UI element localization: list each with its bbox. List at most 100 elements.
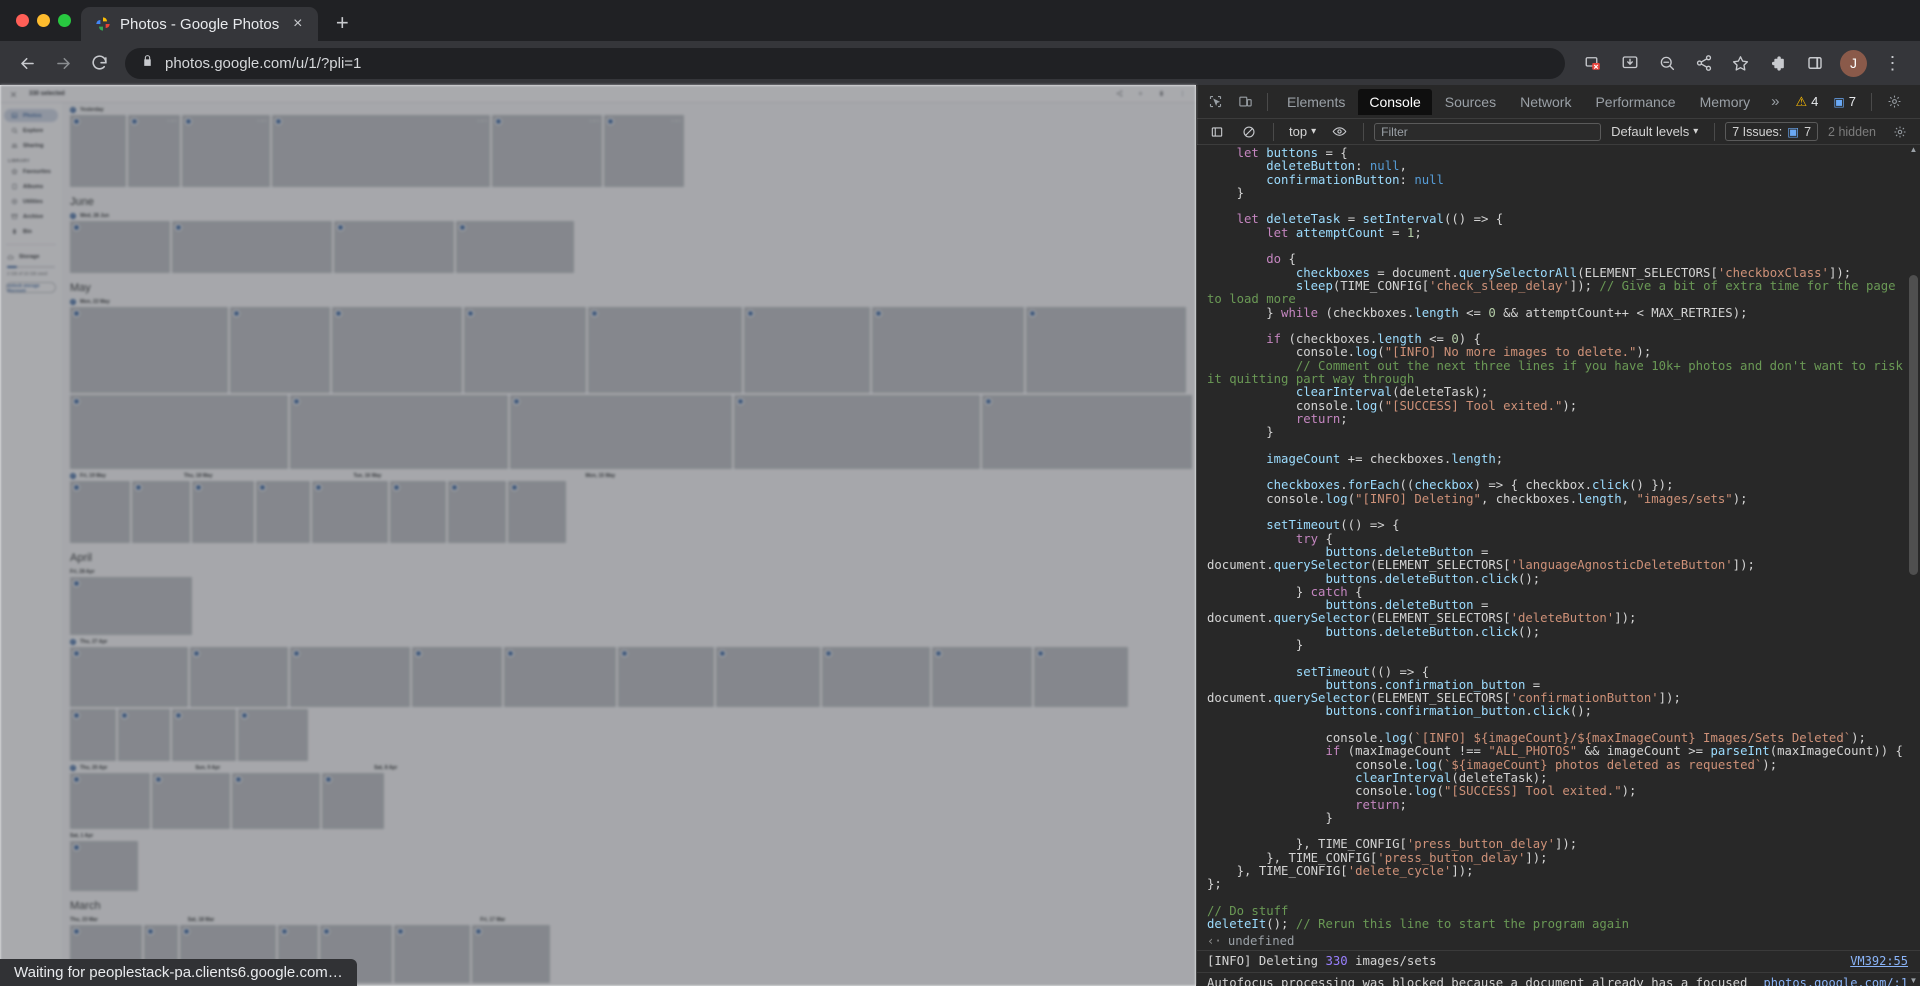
zoom-out-icon[interactable] <box>1650 47 1683 80</box>
photo-select-checkbox[interactable] <box>621 650 628 657</box>
sidebar-item-utilities[interactable]: Utilities <box>4 195 58 208</box>
tab-performance[interactable]: Performance <box>1584 89 1686 115</box>
sidebar-item-photos[interactable]: Photos <box>4 109 58 122</box>
device-toolbar-icon[interactable] <box>1231 89 1259 115</box>
photo-tile[interactable] <box>70 577 192 635</box>
delete-icon[interactable] <box>1158 90 1165 97</box>
warnings-badge[interactable]: ⚠ 4 <box>1790 92 1825 112</box>
address-bar[interactable]: photos.google.com/u/1/?pli=1 <box>125 47 1565 79</box>
tab-close-icon[interactable]: × <box>288 15 307 34</box>
photo-select-checkbox[interactable] <box>495 118 502 125</box>
blocked-media-icon[interactable] <box>1576 47 1609 80</box>
reload-icon[interactable] <box>83 47 116 80</box>
photo-select-checkbox[interactable] <box>875 310 882 317</box>
photo-select-checkbox[interactable] <box>511 484 518 491</box>
photo-select-checkbox[interactable] <box>415 650 422 657</box>
photo-select-checkbox[interactable] <box>281 928 288 935</box>
photo-tile[interactable] <box>872 307 1024 393</box>
console-settings-gear-icon[interactable] <box>1886 119 1914 145</box>
photo-select-checkbox[interactable] <box>591 310 598 317</box>
photo-tile[interactable] <box>290 647 410 707</box>
date-select-checkbox[interactable] <box>70 298 76 305</box>
storage-header[interactable]: Storage <box>0 251 62 263</box>
photo-tile[interactable] <box>70 709 116 761</box>
photo-select-checkbox[interactable] <box>73 224 80 231</box>
photo-select-checkbox[interactable] <box>293 650 300 657</box>
photo-select-checkbox[interactable] <box>147 928 154 935</box>
photo-select-checkbox[interactable] <box>719 650 726 657</box>
photo-select-checkbox[interactable] <box>73 712 80 719</box>
photo-select-checkbox[interactable] <box>135 484 142 491</box>
photo-tile[interactable] <box>312 481 388 543</box>
photo-select-checkbox[interactable] <box>73 844 80 851</box>
photo-tile[interactable] <box>118 709 170 761</box>
photo-select-checkbox[interactable] <box>73 928 80 935</box>
share-icon[interactable] <box>1687 47 1720 80</box>
photos-grid[interactable]: Yesterday 2 of 2 2 of 2 3 of 3 3 of 3 2 of 2 J… <box>62 103 1196 986</box>
close-window-button[interactable] <box>16 14 29 27</box>
live-expression-icon[interactable] <box>1325 119 1353 145</box>
photo-select-checkbox[interactable] <box>451 484 458 491</box>
photo-select-checkbox[interactable] <box>185 118 192 125</box>
photo-select-checkbox[interactable] <box>73 484 80 491</box>
window-controls[interactable] <box>10 0 81 41</box>
issues-button[interactable]: 7 Issues: ▣ 7 <box>1725 122 1819 141</box>
photo-tile[interactable]: 2 of 2 <box>604 115 684 187</box>
photo-tile[interactable] <box>192 481 254 543</box>
sidebar-item-sharing[interactable]: Sharing <box>4 139 58 152</box>
date-header[interactable]: Wed, 28 Jun <box>66 211 1196 221</box>
photo-tile[interactable] <box>1034 647 1128 707</box>
photo-select-checkbox[interactable] <box>259 484 266 491</box>
photo-tile[interactable] <box>394 925 470 983</box>
photo-select-checkbox[interactable] <box>1029 310 1036 317</box>
photo-tile[interactable] <box>70 221 170 273</box>
photo-select-checkbox[interactable] <box>73 776 80 783</box>
execution-context-selector[interactable]: top ▾ <box>1284 124 1321 139</box>
photo-tile[interactable] <box>412 647 502 707</box>
photo-select-checkbox[interactable] <box>737 398 744 405</box>
photo-tile[interactable] <box>332 307 462 393</box>
photo-tile[interactable] <box>588 307 742 393</box>
photo-tile[interactable] <box>744 307 870 393</box>
photo-tile[interactable] <box>70 773 150 829</box>
inspect-element-icon[interactable] <box>1201 89 1229 115</box>
photo-tile[interactable] <box>618 647 714 707</box>
photo-tile[interactable] <box>464 307 586 393</box>
console-scrollbar[interactable]: ▲ ▼ <box>1908 145 1919 986</box>
gear-icon[interactable] <box>1881 89 1909 115</box>
photo-tile[interactable] <box>70 647 188 707</box>
sidebar-item-archive[interactable]: Archive <box>4 210 58 223</box>
install-app-icon[interactable] <box>1613 47 1646 80</box>
photo-select-checkbox[interactable] <box>393 484 400 491</box>
photo-tile[interactable] <box>232 773 320 829</box>
photo-select-checkbox[interactable] <box>131 118 138 125</box>
sidebar-item-explore[interactable]: Explore <box>4 124 58 137</box>
date-header[interactable]: Thu, 20 Apr Sun, 9 Apr Sat, 8 Apr <box>66 763 1196 773</box>
photo-tile[interactable] <box>70 841 138 891</box>
photo-tile[interactable] <box>504 647 616 707</box>
forward-icon[interactable] <box>47 47 80 80</box>
photo-tile[interactable] <box>716 647 820 707</box>
scroll-down-arrow-icon[interactable]: ▼ <box>1909 976 1918 986</box>
new-tab-button[interactable]: + <box>325 6 359 40</box>
photo-select-checkbox[interactable] <box>397 928 404 935</box>
back-icon[interactable] <box>11 47 44 80</box>
extensions-puzzle-icon[interactable] <box>1761 47 1794 80</box>
maximize-window-button[interactable] <box>58 14 71 27</box>
photo-select-checkbox[interactable] <box>275 118 282 125</box>
photo-select-checkbox[interactable] <box>73 580 80 587</box>
photo-select-checkbox[interactable] <box>155 776 162 783</box>
console-filter-input[interactable]: Filter <box>1374 122 1602 141</box>
log-levels-selector[interactable]: Default levels ▾ <box>1605 124 1704 139</box>
photo-tile[interactable] <box>70 115 126 187</box>
console-code-entry[interactable]: let buttons = { deleteButton: null, conf… <box>1197 145 1920 932</box>
photo-tile[interactable] <box>982 395 1192 469</box>
date-header[interactable]: Fri, 19 May Thu, 18 May Tue, 16 May Mon, 15… <box>66 471 1196 481</box>
unlock-storage-discount-button[interactable]: Unlock storage discount <box>6 282 56 293</box>
photo-select-checkbox[interactable] <box>241 712 248 719</box>
photo-select-checkbox[interactable] <box>235 776 242 783</box>
tab-elements[interactable]: Elements <box>1276 89 1356 115</box>
console-output[interactable]: let buttons = { deleteButton: null, conf… <box>1197 145 1920 986</box>
photo-tile[interactable] <box>190 647 288 707</box>
date-select-checkbox[interactable] <box>70 212 76 219</box>
